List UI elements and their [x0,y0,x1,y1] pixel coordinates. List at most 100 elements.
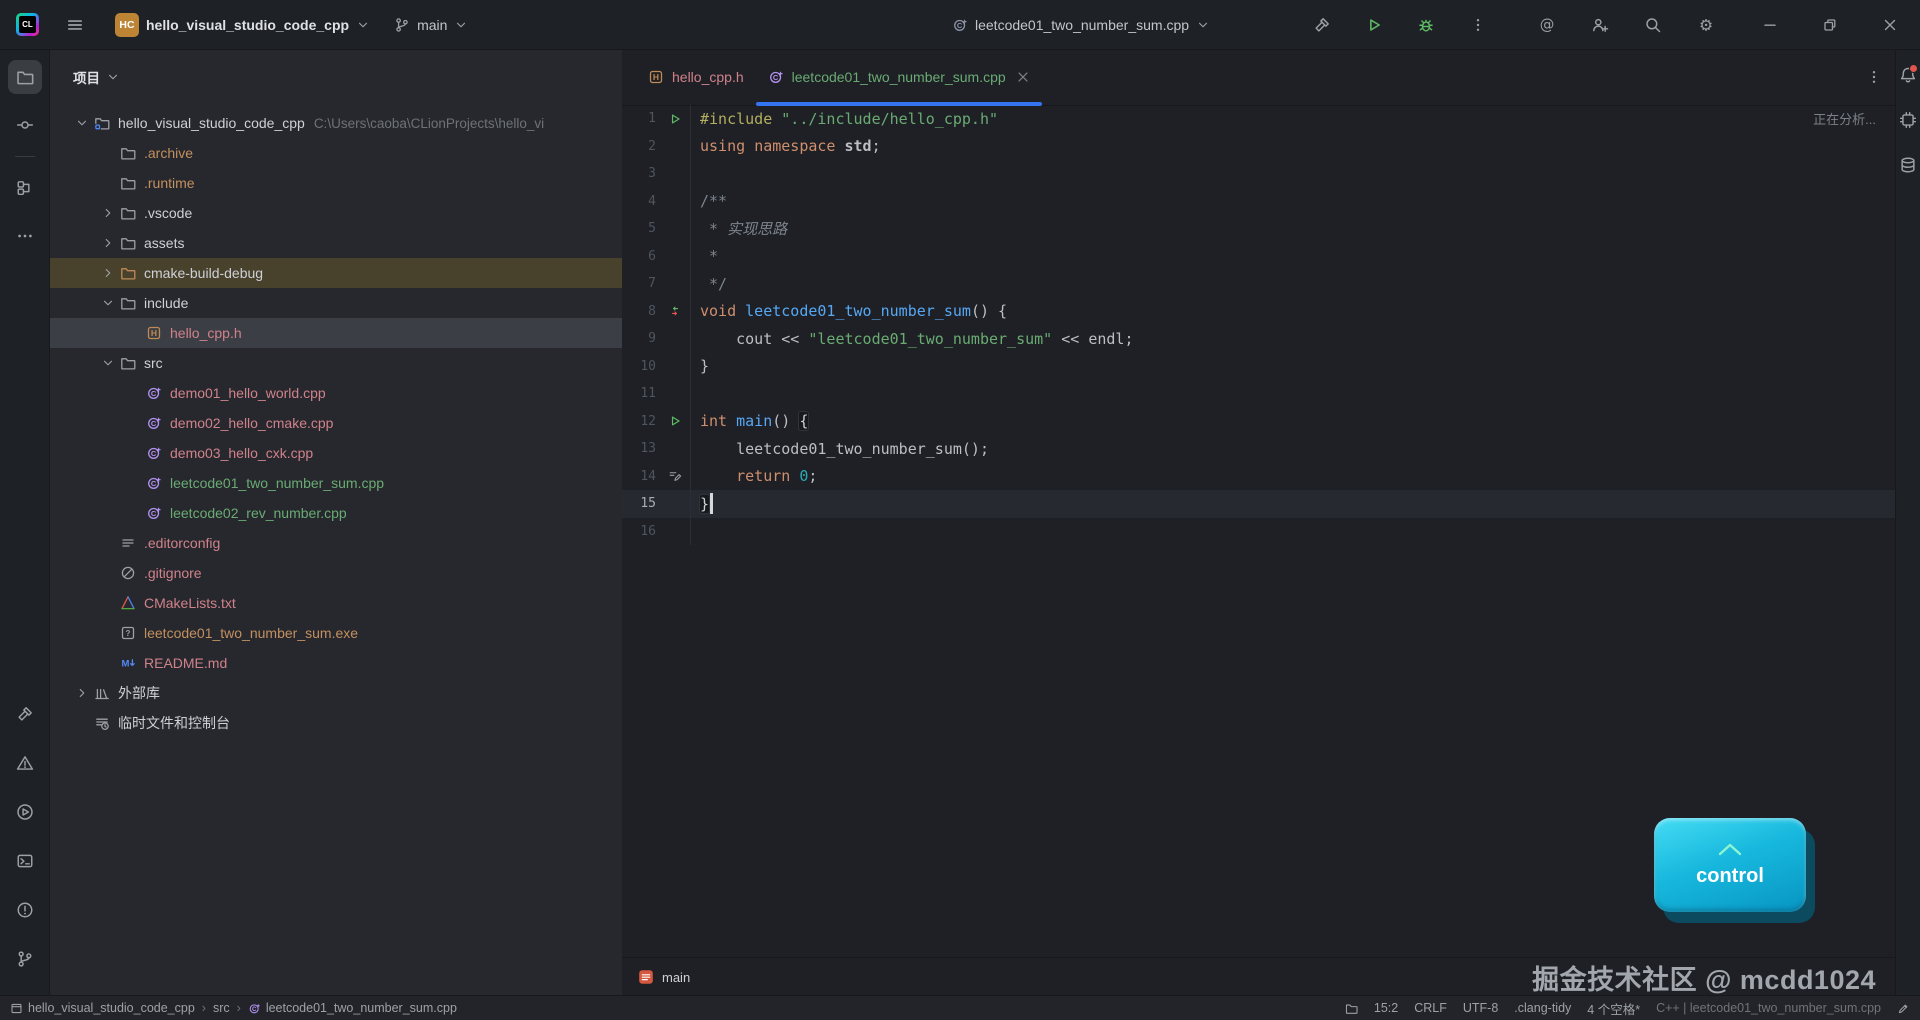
notifications-button[interactable] [1897,60,1919,90]
settings-button[interactable]: ⚙ [1686,9,1726,41]
build-toolwindow-button[interactable] [8,697,42,731]
run-configuration-widget[interactable]: C leetcode01_two_number_sum.cpp [948,9,1214,41]
more-actions-button[interactable] [1458,9,1498,41]
tab-options-button[interactable] [1866,49,1882,105]
code-line-1[interactable]: 1#include "../include/hello_cpp.h" [622,105,1896,133]
inspections-toolwindow-button[interactable] [8,893,42,927]
tree-item-demo01-hello-world-cpp[interactable]: Cdemo01_hello_world.cpp [49,378,622,408]
project-root-path: C:\Users\caoba\CLionProjects\hello_vi [314,116,544,131]
write-access-icon[interactable] [1897,1002,1910,1015]
close-button[interactable] [1860,0,1920,49]
vcs-branch-widget[interactable]: main [390,9,472,41]
tree-item-临时文件和控制台[interactable]: 临时文件和控制台 [49,708,622,738]
tree-item-hello-cpp-h[interactable]: Hhello_cpp.h [49,318,622,348]
tree-item-label: cmake-build-debug [144,265,263,281]
debug-button[interactable] [1406,9,1446,41]
code-line-14[interactable]: 14 return 0; [622,463,1896,491]
chevron-down-icon[interactable] [97,296,119,310]
close-tab-icon[interactable] [1016,70,1030,84]
chevron-right-icon[interactable] [97,206,119,220]
code-line-16[interactable]: 16 [622,518,1896,546]
chevron-right-icon[interactable] [97,266,119,280]
code-line-13[interactable]: 13 leetcode01_two_number_sum(); [622,435,1896,463]
goto-related-icon[interactable] [660,298,690,326]
clang-tidy-widget[interactable]: .clang-tidy [1514,1001,1571,1015]
ai-assistant-button[interactable]: @ [1527,9,1567,41]
search-everywhere-button[interactable] [1633,9,1673,41]
close-icon [1882,17,1898,33]
tree-item-archive[interactable]: .archive [49,138,622,168]
build-button[interactable] [1302,9,1342,41]
tree-item-外部库[interactable]: 外部库 [49,678,622,708]
more-toolwindows-button[interactable] [8,219,42,253]
chevron-down-icon[interactable] [71,116,93,130]
database-toolwindow-button[interactable] [1897,150,1919,180]
tree-item-editorconfig[interactable]: .editorconfig [49,528,622,558]
tree-item-cmakelists-txt[interactable]: CMakeLists.txt [49,588,622,618]
chevron-right-icon[interactable] [71,686,93,700]
tree-item-include[interactable]: include [49,288,622,318]
control-key-label: control [1696,865,1764,888]
tree-item-vscode[interactable]: .vscode [49,198,622,228]
code-line-8[interactable]: 8void leetcode01_two_number_sum() { [622,298,1896,326]
code-line-12[interactable]: 12int main() { [622,408,1896,436]
tree-item-hello-visual-studio-code-cpp[interactable]: hello_visual_studio_code_cppC:\Users\cao… [49,108,622,138]
titlebar: CL HC hello_visual_studio_code_cpp main … [0,0,1920,50]
database-icon [1899,156,1917,174]
code-line-11[interactable]: 11 [622,380,1896,408]
tab-leetcode01-two-number-sum-cpp[interactable]: Cleetcode01_two_number_sum.cpp [756,49,1042,105]
code-line-6[interactable]: 6 * [622,243,1896,271]
ai-assistant-toolwindow-button[interactable] [1897,105,1919,135]
run-gutter-icon[interactable] [660,408,690,436]
run-toolwindow-button[interactable] [8,795,42,829]
tree-item-assets[interactable]: assets [49,228,622,258]
tree-item-readme-md[interactable]: MREADME.md [49,648,622,678]
version-control-button[interactable] [8,942,42,976]
tree-item-leetcode02-rev-number-cpp[interactable]: Cleetcode02_rev_number.cpp [49,498,622,528]
tree-item-runtime[interactable]: .runtime [49,168,622,198]
file-encoding[interactable]: UTF-8 [1463,1001,1498,1015]
code-with-me-button[interactable] [1580,9,1620,41]
minimize-button[interactable] [1740,0,1800,49]
hammer-icon [1313,16,1331,34]
line-separator[interactable]: CRLF [1414,1001,1447,1015]
code-line-5[interactable]: 5 * 实现思路 [622,215,1896,243]
chevron-right-icon[interactable] [97,236,119,250]
code-line-7[interactable]: 7 */ [622,270,1896,298]
code-line-15[interactable]: 15} [622,490,1896,518]
tree-item-demo03-hello-cxk-cpp[interactable]: Cdemo03_hello_cxk.cpp [49,438,622,468]
code-line-3[interactable]: 3 [622,160,1896,188]
project-widget[interactable]: HC hello_visual_studio_code_cpp [111,9,374,41]
chevron-down-icon[interactable] [97,356,119,370]
problems-toolwindow-button[interactable] [8,746,42,780]
indent-style[interactable]: 4 个空格* [1587,999,1640,1018]
code-line-4[interactable]: 4/** [622,188,1896,216]
breadcrumb-src[interactable]: src [213,1001,230,1015]
caret-position[interactable]: 15:2 [1374,1001,1398,1015]
code-line-2[interactable]: 2using namespace std; [622,133,1896,161]
tab-hello-cpp-h[interactable]: Hhello_cpp.h [636,49,756,105]
commit-toolwindow-button[interactable] [8,108,42,142]
run-tab-label[interactable]: main [662,970,690,985]
line-number: 2 [622,139,656,154]
tree-item-demo02-hello-cmake-cpp[interactable]: Cdemo02_hello_cmake.cpp [49,408,622,438]
edit-intention-icon[interactable] [660,463,690,491]
breadcrumb-leetcode01-two-number-sum-cpp[interactable]: Cleetcode01_two_number_sum.cpp [248,1001,457,1015]
project-panel-header[interactable]: 项目 [49,49,622,105]
tree-item-gitignore[interactable]: .gitignore [49,558,622,588]
run-gutter-icon[interactable] [660,105,690,133]
terminal-toolwindow-button[interactable] [8,844,42,878]
code-line-10[interactable]: 10} [622,353,1896,381]
project-toolwindow-button[interactable] [8,60,42,94]
structure-toolwindow-button[interactable] [8,171,42,205]
main-menu-button[interactable] [55,9,95,41]
code-line-9[interactable]: 9 cout << "leetcode01_two_number_sum" <<… [622,325,1896,353]
tree-item-leetcode01-two-number-sum-cpp[interactable]: Cleetcode01_two_number_sum.cpp [49,468,622,498]
tree-item-leetcode01-two-number-sum-exe[interactable]: ?leetcode01_two_number_sum.exe [49,618,622,648]
restore-button[interactable] [1800,0,1860,49]
tree-item-cmake-build-debug[interactable]: cmake-build-debug [49,258,622,288]
breadcrumb-hello-visual-studio-code-cpp[interactable]: hello_visual_studio_code_cpp [10,1001,195,1015]
tree-item-src[interactable]: src [49,348,622,378]
run-button[interactable] [1354,9,1394,41]
code-token: namespace [754,137,835,155]
